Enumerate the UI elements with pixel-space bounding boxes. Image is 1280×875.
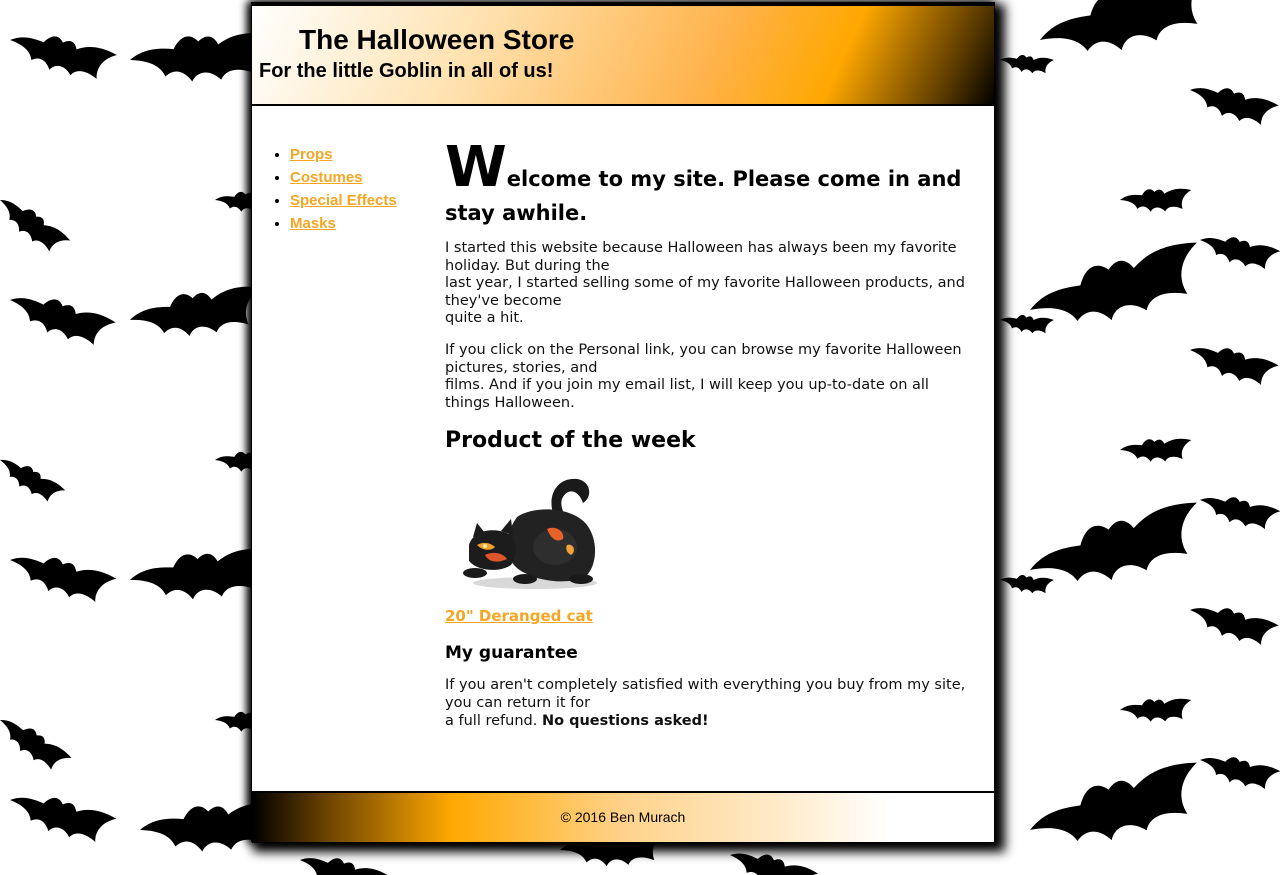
deranged-cat-image[interactable]	[455, 473, 605, 593]
intro-paragraph: I started this website because Halloween…	[445, 240, 965, 327]
bat-icon	[5, 550, 119, 605]
welcome-heading: Welcome to my site. Please come in and s…	[445, 140, 975, 230]
site-header: The Halloween Store For the little Gobli…	[252, 6, 994, 106]
bat-icon	[1000, 315, 1054, 334]
nav-link-props[interactable]: Props	[290, 146, 333, 163]
bat-icon	[1119, 433, 1194, 468]
nav-link-special-effects[interactable]: Special Effects	[290, 192, 397, 209]
nav-link-costumes[interactable]: Costumes	[290, 169, 363, 186]
guarantee-paragraph: If you aren't completely satisfied with …	[445, 677, 975, 730]
bat-icon	[1023, 747, 1214, 871]
bat-icon	[296, 851, 391, 875]
bat-icon	[1197, 232, 1280, 271]
nav-item-masks: Masks	[290, 212, 444, 235]
nav-item-special-effects: Special Effects	[290, 189, 444, 212]
bat-icon	[1023, 487, 1214, 611]
bat-icon	[1186, 601, 1280, 648]
bat-icon	[1197, 492, 1280, 531]
bat-icon	[5, 790, 119, 845]
bat-icon	[6, 30, 119, 82]
bat-icon	[1119, 693, 1194, 728]
nav-link-masks[interactable]: Masks	[290, 215, 336, 232]
bat-icon	[1000, 575, 1054, 594]
site-footer: © 2016 Ben Murach	[252, 791, 994, 843]
bat-icon	[0, 713, 76, 776]
bat-icon	[1119, 183, 1194, 218]
product-of-week-heading: Product of the week	[445, 428, 696, 454]
copyright-text: © 2016 Ben Murach	[560, 809, 686, 825]
bat-icon	[126, 275, 269, 353]
welcome-text: elcome to my site. Please come in and st…	[445, 167, 962, 225]
bat-icon	[0, 453, 69, 507]
bat-icon	[4, 290, 118, 349]
side-navigation: Props Costumes Special Effects Masks	[274, 143, 444, 235]
bat-icon	[0, 193, 74, 258]
store-tagline: For the little Goblin in all of us!	[259, 60, 554, 82]
welcome-initial: W	[445, 135, 507, 200]
bat-icon	[1197, 752, 1280, 791]
nav-item-costumes: Costumes	[290, 166, 444, 189]
product-link[interactable]: 20" Deranged cat	[445, 607, 975, 625]
bat-icon	[1033, 0, 1224, 81]
bat-icon	[1000, 55, 1054, 74]
page-container: The Halloween Store For the little Gobli…	[251, 2, 995, 843]
bat-icon	[1186, 81, 1280, 128]
guarantee-emphasis: No questions asked!	[541, 712, 709, 729]
personal-paragraph: If you click on the Personal link, you c…	[445, 341, 962, 411]
bat-icon	[1186, 341, 1280, 388]
main-content: Welcome to my site. Please come in and s…	[445, 140, 975, 730]
nav-item-props: Props	[290, 143, 444, 166]
bat-icon	[1023, 227, 1214, 351]
guarantee-heading: My guarantee	[445, 643, 578, 664]
store-title: The Halloween Store	[299, 24, 575, 55]
bat-icon	[725, 846, 820, 875]
